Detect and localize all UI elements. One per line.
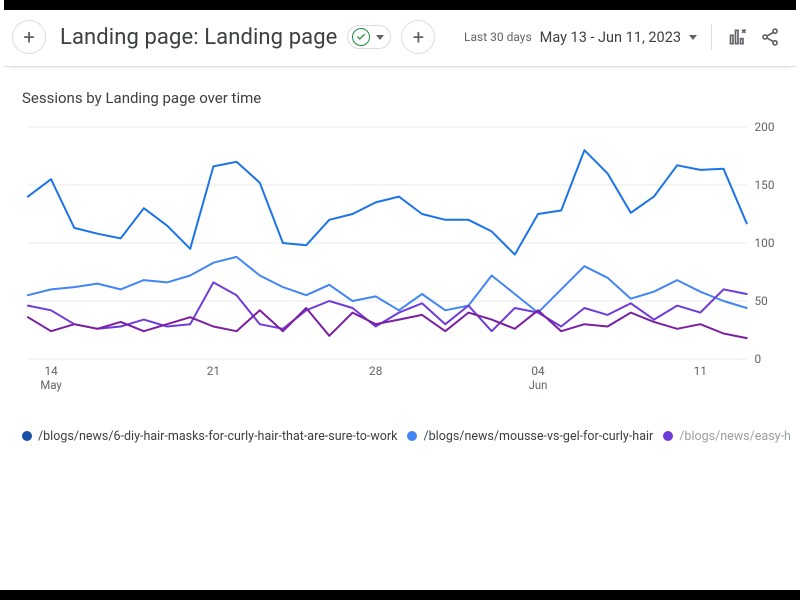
divider: [711, 24, 712, 50]
legend-swatch: [663, 431, 673, 441]
svg-text:0: 0: [755, 352, 762, 366]
legend-item-3[interactable]: /blogs/news/easy-hairstyles-for-your-: [663, 429, 790, 444]
svg-text:150: 150: [755, 178, 775, 192]
report-header: + Landing page: Landing page + Last 30 d…: [4, 10, 796, 67]
date-range-block: Last 30 days May 13 - Jun 11, 2023: [464, 24, 782, 50]
svg-text:21: 21: [207, 364, 220, 378]
filter-status-chip[interactable]: [347, 25, 391, 49]
share-button[interactable]: [758, 25, 782, 49]
svg-text:200: 200: [755, 120, 775, 134]
legend-label: /blogs/news/mousse-vs-gel-for-curly-hair: [423, 429, 653, 444]
check-circle-icon: [352, 28, 370, 46]
date-range-picker[interactable]: May 13 - Jun 11, 2023: [540, 29, 697, 46]
chart-svg: 0 50 100 150 200 14May 21 28 04Jun 11: [22, 119, 790, 399]
svg-text:Jun: Jun: [529, 378, 548, 392]
legend-swatch: [407, 431, 417, 441]
add-comparison-button-left[interactable]: +: [12, 20, 46, 54]
report-title: Landing page: Landing page: [60, 25, 337, 50]
date-range-text: May 13 - Jun 11, 2023: [540, 29, 681, 46]
customize-report-button[interactable]: [726, 25, 750, 49]
svg-text:14: 14: [44, 364, 58, 378]
chart-title: Sessions by Landing page over time: [22, 89, 790, 107]
legend-label: /blogs/news/6-diy-hair-masks-for-curly-h…: [38, 429, 397, 444]
legend-swatch: [22, 431, 32, 441]
legend-item-2[interactable]: /blogs/news/mousse-vs-gel-for-curly-hair: [407, 429, 653, 444]
svg-text:28: 28: [369, 364, 383, 378]
svg-text:11: 11: [694, 364, 707, 378]
title-block: Landing page: Landing page +: [60, 20, 435, 54]
line-chart: 0 50 100 150 200 14May 21 28 04Jun 11: [22, 119, 790, 419]
svg-text:50: 50: [755, 294, 769, 308]
legend-label: /blogs/news/easy-hairstyles-for-your-: [679, 429, 790, 444]
date-range-preset-label: Last 30 days: [464, 30, 532, 44]
add-comparison-button-right[interactable]: +: [401, 20, 435, 54]
legend-item-1[interactable]: /blogs/news/6-diy-hair-masks-for-curly-h…: [22, 429, 397, 444]
svg-text:100: 100: [755, 236, 775, 250]
chevron-down-icon: [376, 35, 384, 40]
chart-card: Sessions by Landing page over time 0 50 10…: [4, 67, 796, 447]
chart-legend: /blogs/news/6-diy-hair-masks-for-curly-h…: [22, 419, 790, 447]
svg-text:May: May: [40, 378, 62, 392]
svg-text:04: 04: [531, 364, 545, 378]
chevron-down-icon: [689, 35, 697, 40]
